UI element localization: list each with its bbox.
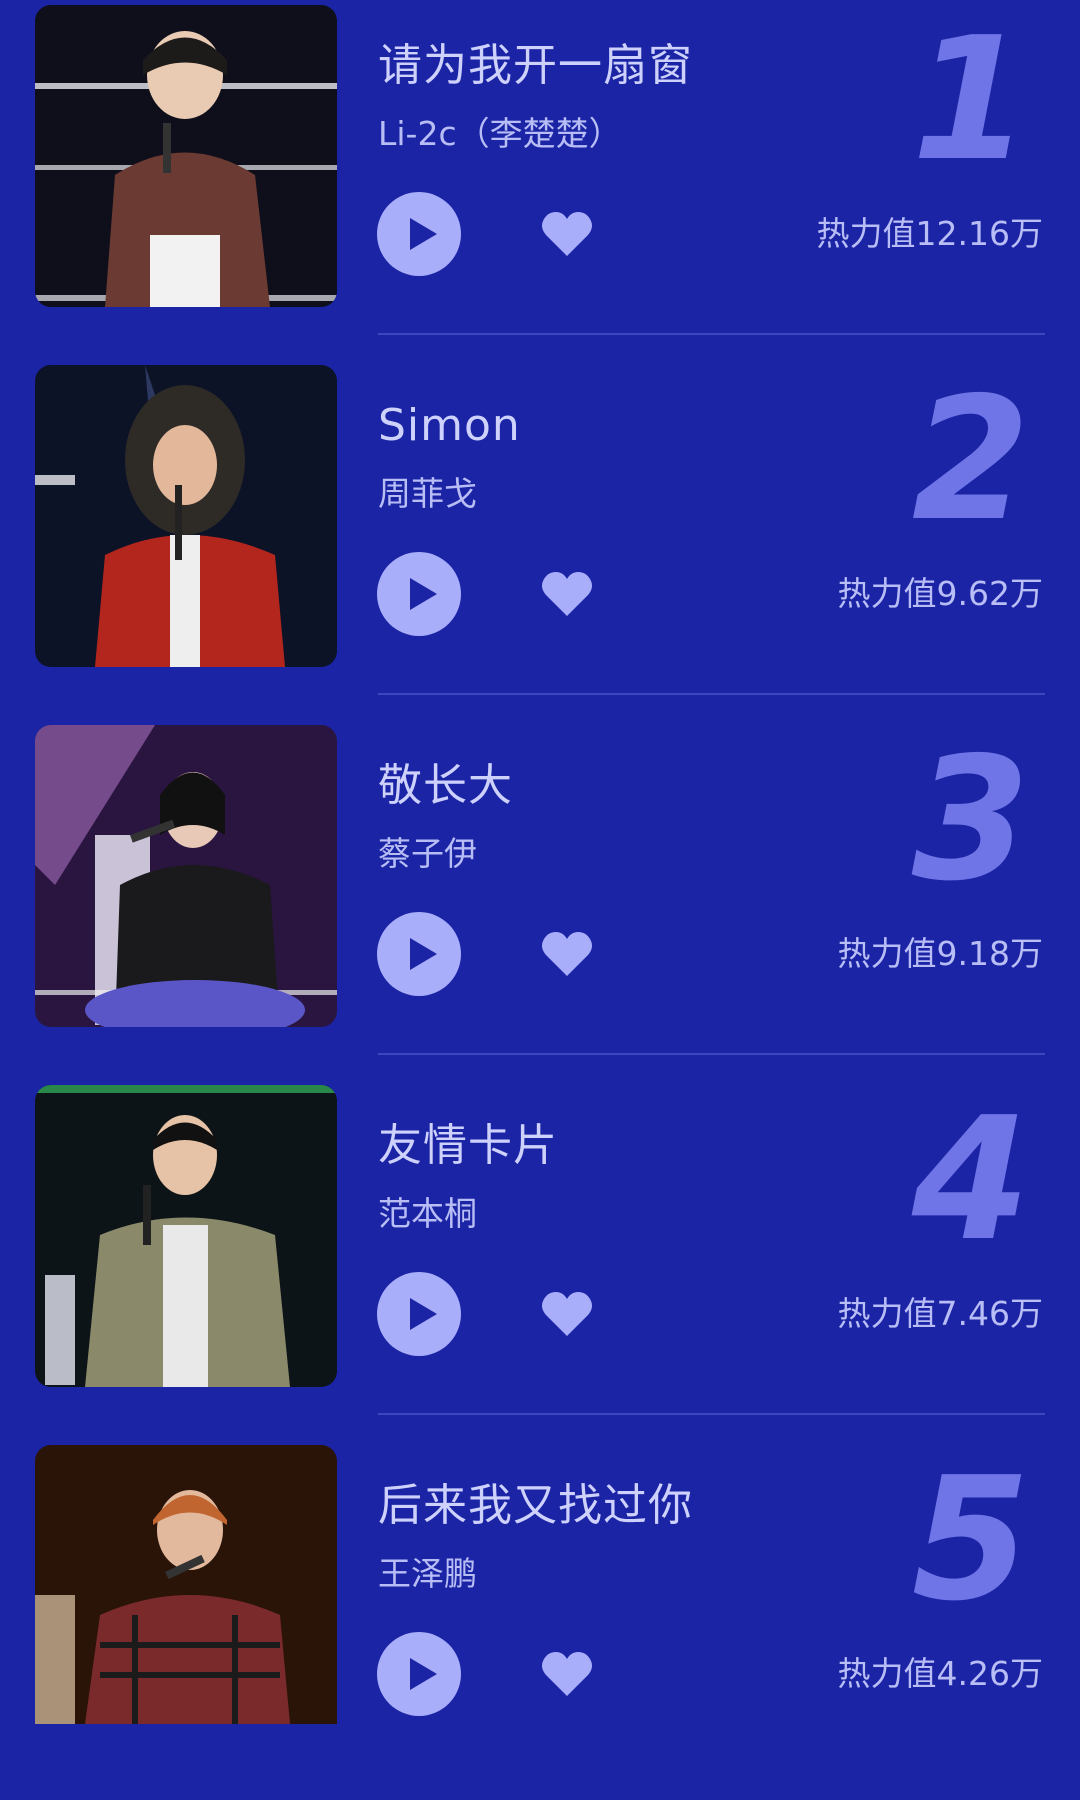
heat-value: 热力值4.26万 xyxy=(837,1654,1043,1693)
heat-value: 热力值12.16万 xyxy=(816,214,1043,253)
singer-photo-image xyxy=(35,365,337,667)
play-button[interactable] xyxy=(377,1632,461,1716)
song-title: 友情卡片 xyxy=(378,1120,558,1171)
like-button[interactable] xyxy=(540,930,594,978)
song-row-4[interactable]: 友情卡片 范本桐 4 热力值7.46万 xyxy=(0,1080,1080,1440)
like-button[interactable] xyxy=(540,210,594,258)
song-row-1[interactable]: 请为我开一扇窗 Li-2c（李楚楚） 1 热力值12.16万 xyxy=(0,0,1080,360)
song-row-2[interactable]: Simon 周菲戈 2 热力值9.62万 xyxy=(0,360,1080,720)
singer-photo xyxy=(35,5,337,307)
play-icon xyxy=(410,578,437,610)
singer-photo xyxy=(35,365,337,667)
song-title: 后来我又找过你 xyxy=(378,1480,693,1531)
singer-photo xyxy=(35,1445,337,1724)
play-icon xyxy=(410,1658,437,1690)
play-button[interactable] xyxy=(377,192,461,276)
song-artist: 周菲戈 xyxy=(378,474,477,513)
song-title: 敬长大 xyxy=(378,760,513,811)
rank-number: 4 xyxy=(911,1081,1030,1279)
play-icon xyxy=(410,938,437,970)
play-button[interactable] xyxy=(377,552,461,636)
singer-photo-image xyxy=(35,725,337,1027)
heart-icon xyxy=(542,572,592,616)
song-title: Simon xyxy=(378,400,521,451)
row-divider xyxy=(378,1413,1045,1415)
heart-icon xyxy=(542,932,592,976)
singer-photo-image xyxy=(35,5,337,307)
rank-number: 5 xyxy=(911,1441,1030,1639)
row-divider xyxy=(378,693,1045,695)
play-icon xyxy=(410,218,437,250)
play-button[interactable] xyxy=(377,912,461,996)
heat-value: 热力值7.46万 xyxy=(837,1294,1043,1333)
heart-icon xyxy=(542,1292,592,1336)
heat-value: 热力值9.62万 xyxy=(837,574,1043,613)
singer-photo-image xyxy=(35,1085,337,1387)
row-divider xyxy=(378,333,1045,335)
song-artist: 范本桐 xyxy=(378,1194,477,1233)
rank-number: 3 xyxy=(911,721,1030,919)
singer-photo xyxy=(35,1085,337,1387)
song-row-5[interactable]: 后来我又找过你 王泽鹏 5 热力值4.26万 xyxy=(0,1440,1080,1800)
song-artist: 王泽鹏 xyxy=(378,1554,477,1593)
heat-value: 热力值9.18万 xyxy=(837,934,1043,973)
like-button[interactable] xyxy=(540,1290,594,1338)
like-button[interactable] xyxy=(540,1650,594,1698)
like-button[interactable] xyxy=(540,570,594,618)
heart-icon xyxy=(542,212,592,256)
singer-photo-image xyxy=(35,1445,337,1724)
rank-number: 1 xyxy=(911,1,1030,199)
rank-number: 2 xyxy=(911,361,1030,559)
play-icon xyxy=(410,1298,437,1330)
heart-icon xyxy=(542,1652,592,1696)
song-title: 请为我开一扇窗 xyxy=(378,40,693,91)
song-row-3[interactable]: 敬长大 蔡子伊 3 热力值9.18万 xyxy=(0,720,1080,1080)
play-button[interactable] xyxy=(377,1272,461,1356)
song-artist: 蔡子伊 xyxy=(378,834,477,873)
row-divider xyxy=(378,1053,1045,1055)
song-artist: Li-2c（李楚楚） xyxy=(378,114,622,153)
singer-photo xyxy=(35,725,337,1027)
